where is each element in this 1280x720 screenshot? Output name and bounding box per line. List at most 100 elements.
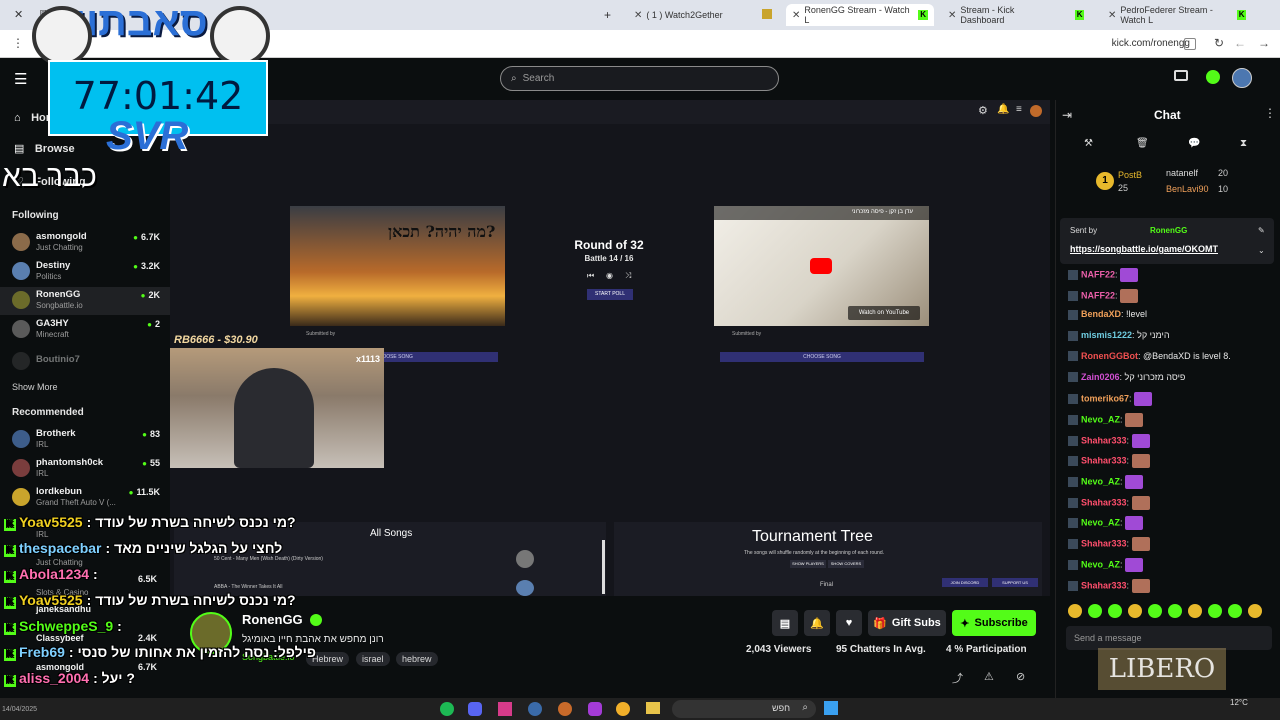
chat-username[interactable]: Shahar333 xyxy=(1081,456,1127,466)
emote-icon[interactable] xyxy=(1068,604,1082,618)
app-icon[interactable] xyxy=(498,702,512,716)
follow-heart-button[interactable]: ♥ xyxy=(836,610,862,636)
bell-icon[interactable]: 🔔 xyxy=(997,104,1009,115)
emote-icon[interactable] xyxy=(1208,604,1222,618)
chat-username[interactable]: RonenGGBot xyxy=(1081,351,1138,361)
folder-icon[interactable] xyxy=(646,702,660,714)
emote-icon[interactable] xyxy=(1088,604,1102,618)
hamburger-menu-icon[interactable]: ☰ xyxy=(14,70,27,88)
reload-icon[interactable]: ↻ xyxy=(1214,36,1224,50)
emote-icon[interactable] xyxy=(1108,604,1122,618)
tab-new-icon[interactable]: + xyxy=(604,8,611,22)
hourglass-icon[interactable]: ⧗ xyxy=(1240,138,1247,149)
app-icon[interactable] xyxy=(588,702,602,716)
kick-logo-icon[interactable] xyxy=(1206,70,1220,84)
song-list-item[interactable]: ABBA - The Winner Takes It All xyxy=(214,584,282,590)
collapse-chat-icon[interactable]: ⇥ xyxy=(1062,108,1072,122)
windows-start-icon[interactable] xyxy=(824,701,838,715)
mute-icon[interactable]: ⊘ xyxy=(1016,670,1025,683)
taskbar-search[interactable]: חפש ⌕ xyxy=(672,700,816,718)
sidebar-channel-brotherk[interactable]: Brotherk IRL 83 xyxy=(0,426,170,454)
obs-icon[interactable] xyxy=(558,702,572,716)
emote-icon[interactable] xyxy=(1128,604,1142,618)
chat-username[interactable]: Shahar333 xyxy=(1081,538,1127,548)
chat-username[interactable]: Shahar333 xyxy=(1081,580,1127,590)
sidebar-channel-ronengg[interactable]: RonenGG Songbattle.io 2K xyxy=(0,287,170,315)
gift-subs-button[interactable]: 🎁 Gift Subs xyxy=(868,610,946,636)
subscribe-button[interactable]: ✦ Subscribe xyxy=(952,610,1036,636)
stream-player[interactable]: ⚙ 🔔 ≡ מה יהיה? תכאן? Submitted by CHOOSE… xyxy=(170,100,1050,596)
sidebar-channel-lordkebun[interactable]: lordkebun Grand Theft Auto V (... 11.5K xyxy=(0,484,170,512)
tab-pedrofederer[interactable]: ✕ PedroFederer Stream - Watch L K xyxy=(1102,4,1252,26)
chat-username[interactable]: Nevo_AZ xyxy=(1081,518,1120,528)
chat-username[interactable]: NAFF22 xyxy=(1081,269,1115,279)
chat-username[interactable]: tomeriko67 xyxy=(1081,394,1129,404)
share-icon[interactable]: ⤴ xyxy=(952,670,963,686)
notification-button[interactable]: 🔔 xyxy=(804,610,830,636)
emote-icon[interactable] xyxy=(1148,604,1162,618)
menu-icon[interactable]: ≡ xyxy=(1016,104,1022,115)
song-card-left[interactable]: מה יהיה? תכאן? xyxy=(290,206,505,326)
tab-ronengg[interactable]: ✕ RonenGG Stream - Watch L K xyxy=(786,4,934,26)
pinned-message[interactable]: Sent by RonenGG ✎ https://songbattle.io/… xyxy=(1060,218,1274,264)
show-covers-button[interactable]: SHOW COVERS xyxy=(828,560,864,568)
scrollbar[interactable] xyxy=(602,540,605,594)
sidebar-channel-destiny[interactable]: Destiny Politics 3.2K xyxy=(0,258,170,286)
translate-icon[interactable] xyxy=(1184,38,1196,50)
choose-song-button[interactable]: CHOOSE SONG xyxy=(720,352,924,362)
youtube-play-icon[interactable] xyxy=(810,258,832,274)
close-icon[interactable]: ✕ xyxy=(948,10,956,21)
emote-icon[interactable] xyxy=(1248,604,1262,618)
chevron-down-icon[interactable]: ⌄ xyxy=(1258,246,1265,255)
tag-chip[interactable]: hebrew xyxy=(396,652,438,666)
back-icon[interactable]: → xyxy=(1258,36,1270,50)
pickaxe-icon[interactable]: ⚒ xyxy=(1084,138,1093,149)
chat-username[interactable]: Nevo_AZ xyxy=(1081,559,1120,569)
chat-username[interactable]: BendaXD xyxy=(1081,309,1121,319)
emote-icon[interactable] xyxy=(1168,604,1182,618)
sidebar-channel-ga3hy[interactable]: GA3HY Minecraft 2 xyxy=(0,316,170,344)
support-us-button[interactable]: SUPPORT US xyxy=(992,578,1038,587)
song-card-right[interactable]: עדן בן זקן - פיסה מזכרוני Watch on YouTu… xyxy=(714,206,929,326)
join-discord-button[interactable]: JOIN DISCORD xyxy=(942,578,988,587)
sidebar-channel-phantomsh0ck[interactable]: phantomsh0ck IRL 55 xyxy=(0,455,170,483)
tag-chip[interactable]: israel xyxy=(356,652,390,666)
tv-icon[interactable] xyxy=(1174,70,1188,81)
menu-dots-icon[interactable]: ⋮ xyxy=(12,36,24,50)
close-icon[interactable]: ✕ xyxy=(792,10,800,21)
chat-username[interactable]: NAFF22 xyxy=(1081,290,1115,300)
skip-back-icon[interactable]: ⏮ xyxy=(587,271,594,281)
trash-icon[interactable]: 🗑 xyxy=(1136,138,1149,149)
chat-menu-icon[interactable]: ⋮ xyxy=(1264,106,1276,120)
start-poll-button[interactable]: START POLL xyxy=(587,289,633,300)
avatar[interactable] xyxy=(1232,68,1252,88)
emote-icon[interactable] xyxy=(1188,604,1202,618)
show-players-button[interactable]: SHOW PLAYERS xyxy=(790,560,826,568)
channel-name[interactable]: RonenGG xyxy=(242,612,303,627)
chat-input[interactable]: Send a message xyxy=(1066,626,1272,650)
url-text[interactable]: kick.com/ronengg xyxy=(1112,38,1190,49)
avatar[interactable] xyxy=(1030,105,1042,117)
chat-username[interactable]: Nevo_AZ xyxy=(1081,414,1120,424)
forward-icon[interactable]: ← xyxy=(1234,36,1246,50)
chat-username[interactable]: Shahar333 xyxy=(1081,497,1127,507)
tab-watch2gether[interactable]: ✕ ( 1 ) Watch2Gether xyxy=(628,4,758,26)
window-minimize-icon[interactable]: ✕ xyxy=(14,8,23,21)
sidebar-channel-offline[interactable]: Boutinio7 xyxy=(0,348,170,376)
chrome-icon[interactable] xyxy=(616,702,630,716)
clip-button[interactable]: ▤ xyxy=(772,610,798,636)
pinned-link[interactable]: https://songbattle.io/game/OKOMT xyxy=(1070,244,1218,254)
show-more-link[interactable]: Show More xyxy=(12,382,58,392)
watch-on-youtube[interactable]: Watch on YouTube xyxy=(848,306,920,320)
sidebar-channel-asmongold[interactable]: asmongold Just Chatting 6.7K xyxy=(0,229,170,257)
tab-kick-dashboard[interactable]: ✕ Stream - Kick Dashboard K xyxy=(942,4,1090,26)
discord-icon[interactable] xyxy=(468,702,482,716)
chat-username[interactable]: Nevo_AZ xyxy=(1081,476,1120,486)
chat-username[interactable]: Shahar333 xyxy=(1081,435,1127,445)
chat-username[interactable]: Zain0206 xyxy=(1081,372,1120,382)
gear-icon[interactable]: ⚙ xyxy=(978,104,988,117)
pin-icon[interactable]: ✎ xyxy=(1258,226,1265,235)
search-input[interactable]: ⌕ Search xyxy=(500,66,779,91)
report-icon[interactable]: ⚠ xyxy=(984,670,994,683)
audio-icon[interactable]: ◉ xyxy=(606,271,613,280)
